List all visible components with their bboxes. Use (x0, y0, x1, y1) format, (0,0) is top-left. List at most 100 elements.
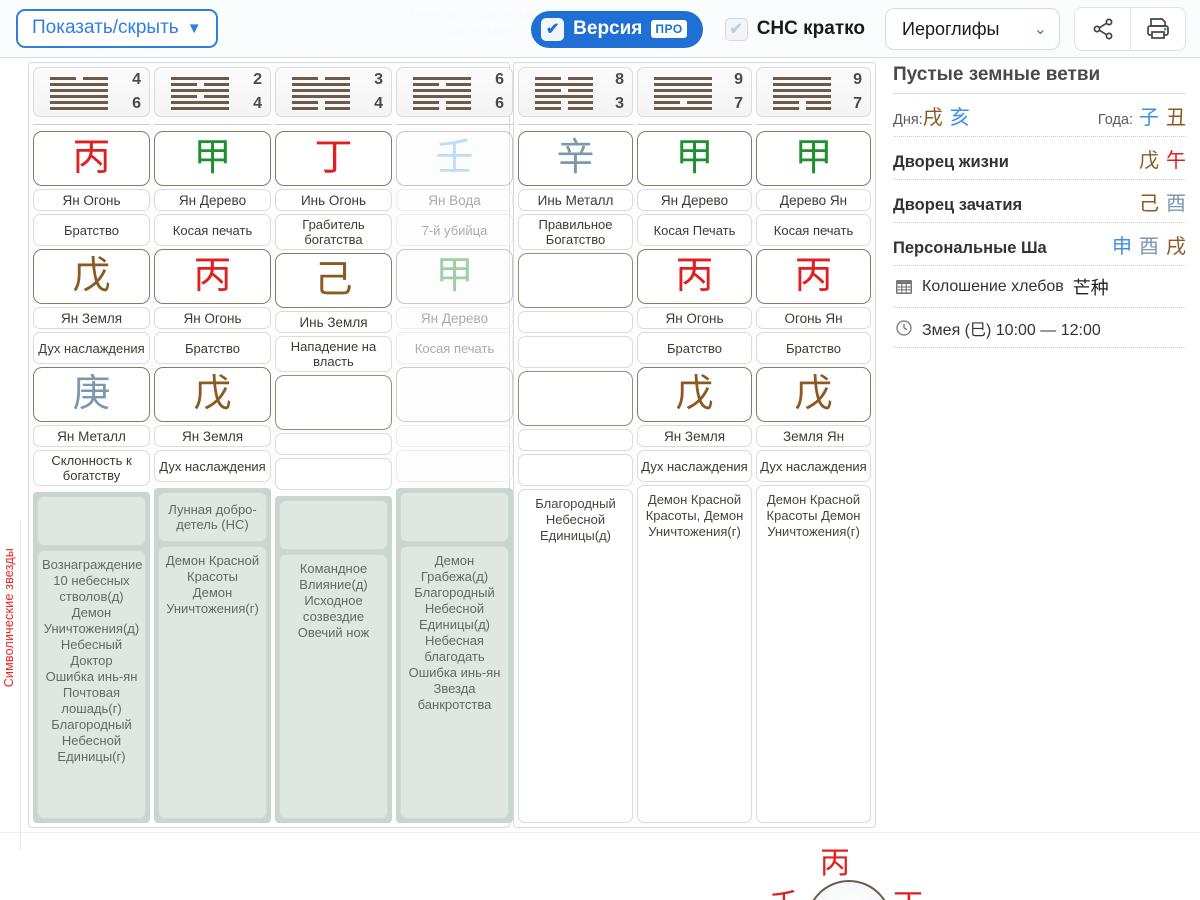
stem-character-cell[interactable] (518, 371, 633, 426)
pillar-column: 4 6 丙 Ян Огонь Братство 戊 Ян Земля Дух наслажде… (33, 67, 150, 823)
stem-character-cell[interactable]: 戊 (756, 367, 871, 422)
toolbar: Показать/скрыть ▼ 5 Чжун-гоу — светильни… (0, 0, 1200, 58)
hexagram-top-number: 3 (374, 71, 383, 88)
star-entry: Почтовая лошадь(г) (61, 685, 122, 716)
stem-character-cell[interactable]: 甲 (637, 131, 752, 186)
element-label-cell: Ян Вода (396, 189, 513, 211)
symbolic-stars-cell: Демон Грабежа(д) Благородный Небесной Еди… (400, 546, 509, 819)
stem-character-cell[interactable]: 辛 (518, 131, 633, 186)
hexagram-icon (171, 77, 229, 113)
solar-term-text: Колошение хлебов (922, 278, 1064, 295)
star-top-cell (37, 496, 146, 546)
stem-character-cell[interactable]: 丙 (756, 249, 871, 304)
show-hide-button[interactable]: Показать/скрыть ▼ (16, 9, 218, 48)
life-palace-label: Дворец жизни (893, 153, 1009, 171)
god-label-cell: Косая печать (154, 214, 271, 246)
stem-character-cell[interactable]: 丁 (275, 131, 392, 186)
element-label-cell (396, 425, 513, 447)
symbolic-stars-cell: Благородный Небесной Единицы(д) (518, 489, 633, 823)
hieroglyph-select[interactable]: Иероглифы ⌄ (885, 8, 1060, 50)
hexagram-cell[interactable]: 97 (756, 67, 871, 117)
stem-character-cell[interactable] (396, 367, 513, 422)
symbolic-stars-cell: Демон Красной Красоты Демон Уничтожения(г… (158, 546, 267, 819)
star-entry: Звезда банкротства (417, 681, 492, 712)
stem-character-cell[interactable]: 丙 (637, 249, 752, 304)
hexagram-icon (535, 77, 593, 113)
checkbox-unchecked-icon: ✔ (724, 17, 748, 41)
stem-character-cell[interactable]: 戊 (637, 367, 752, 422)
stem-character-cell[interactable]: 戊 (33, 249, 150, 304)
stem-character-cell[interactable]: 庚 (33, 367, 150, 422)
diagram-top-char: 丙 (820, 846, 850, 881)
god-label-cell: Братство (33, 214, 150, 246)
stem-character-cell[interactable]: 戊 (154, 367, 271, 422)
branch-glyph: 酉 (1139, 234, 1159, 258)
stem-character-cell[interactable]: 丙 (154, 249, 271, 304)
day-branches: 戌 亥 (923, 101, 970, 130)
element-label-cell: Ян Дерево (396, 307, 513, 329)
hexagram-cell[interactable]: 97 (637, 67, 752, 117)
god-label-cell (518, 454, 633, 486)
diagram-circle (806, 880, 892, 900)
snc-brief-checkbox[interactable]: ✔ СНС кратко (724, 17, 865, 41)
hexagram-top-number: 4 (132, 71, 141, 88)
print-icon (1147, 18, 1169, 39)
stem-character-cell[interactable]: 甲 (396, 249, 513, 304)
personal-sha-label: Персональные Ша (893, 239, 1047, 257)
relations-diagram: 丙 壬 丁 (0, 832, 1200, 900)
hexagram-bottom-number: 3 (615, 95, 624, 112)
hexagram-cell[interactable]: 34 (275, 67, 392, 117)
element-label-cell: Ян Дерево (637, 189, 752, 211)
share-button[interactable] (1074, 7, 1130, 51)
toolbar-right-controls: ✔ Версия ПРО ✔ СНС кратко Иероглифы ⌄ (531, 0, 1200, 58)
god-label-cell: Братство (637, 332, 752, 364)
hexagram-cell[interactable]: 66 (396, 67, 513, 117)
star-entry: Благородный Небесной Единицы(д) (535, 496, 616, 543)
stem-character-cell[interactable]: 甲 (756, 131, 871, 186)
star-entry: Демон Красной Красоты (165, 553, 260, 584)
god-label-cell: Склонность к богатству (33, 450, 150, 486)
stem-character-cell[interactable]: 丙 (33, 131, 150, 186)
print-button[interactable] (1130, 7, 1186, 51)
stem-character-cell[interactable]: 壬 (396, 131, 513, 186)
branch-glyph: 申 (1112, 234, 1132, 258)
pillar-column: 9 7 甲 Ян Дерево Косая Печать 丙 Ян Огонь Братств… (637, 67, 752, 823)
element-label-cell: Ян Огонь (33, 189, 150, 211)
element-label-cell (518, 311, 633, 333)
stem-character-cell[interactable] (275, 375, 392, 430)
divider (154, 124, 271, 125)
god-label-cell: Братство (154, 332, 271, 364)
pillar-column: 2 4 甲 Ян Дерево Косая печать 丙 Ян Огонь Братств… (154, 67, 271, 823)
branch-glyph: 酉 (1166, 191, 1186, 215)
star-entry: Ошибка инь-ян (408, 665, 501, 680)
divider (20, 520, 21, 850)
divider (0, 832, 1200, 833)
element-label-cell (518, 429, 633, 451)
star-entry: Небесный Доктор (60, 637, 123, 668)
god-label-cell: Дух наслаждения (154, 450, 271, 482)
symbolic-stars-cell: Командное Влияние(д) Исходное созвездие Ов… (279, 554, 388, 819)
diagram-right-char: 丁 (893, 880, 923, 900)
divider (33, 124, 150, 125)
star-entry: Вознаграждение 10 небесных стволов(д) (42, 557, 143, 604)
hexagram-icon (292, 77, 350, 113)
symbolic-stars-cell: Демон Красной Красоты, Демон Уничтожения… (637, 485, 752, 823)
hexagram-cell[interactable]: 83 (518, 67, 633, 117)
element-label-cell (275, 433, 392, 455)
calendar-icon (896, 280, 912, 294)
stem-character-cell[interactable]: 甲 (154, 131, 271, 186)
element-label-cell: Инь Огонь (275, 189, 392, 211)
hexagram-cell[interactable]: 46 (33, 67, 150, 117)
symbolic-stars-cell: Вознаграждение 10 небесных стволов(д) Дем… (37, 550, 146, 819)
hexagram-cell[interactable]: 24 (154, 67, 271, 117)
branch-glyph: 戊 (1139, 148, 1159, 172)
hieroglyph-select-value: Иероглифы (902, 18, 1000, 39)
star-entry: Демон Красной Красоты Демон Уничтожения(… (766, 492, 861, 539)
hexagram-bottom-number: 7 (734, 95, 743, 112)
stem-character-cell[interactable]: 己 (275, 253, 392, 308)
element-label-cell: Ян Земля (33, 307, 150, 329)
pro-version-toggle[interactable]: ✔ Версия ПРО (531, 10, 703, 48)
pillar-column: 8 3 辛 Инь Металл Правильное Богатство Благоро… (518, 67, 633, 823)
god-label-cell: Дух наслаждения (637, 450, 752, 482)
stem-character-cell[interactable] (518, 253, 633, 308)
